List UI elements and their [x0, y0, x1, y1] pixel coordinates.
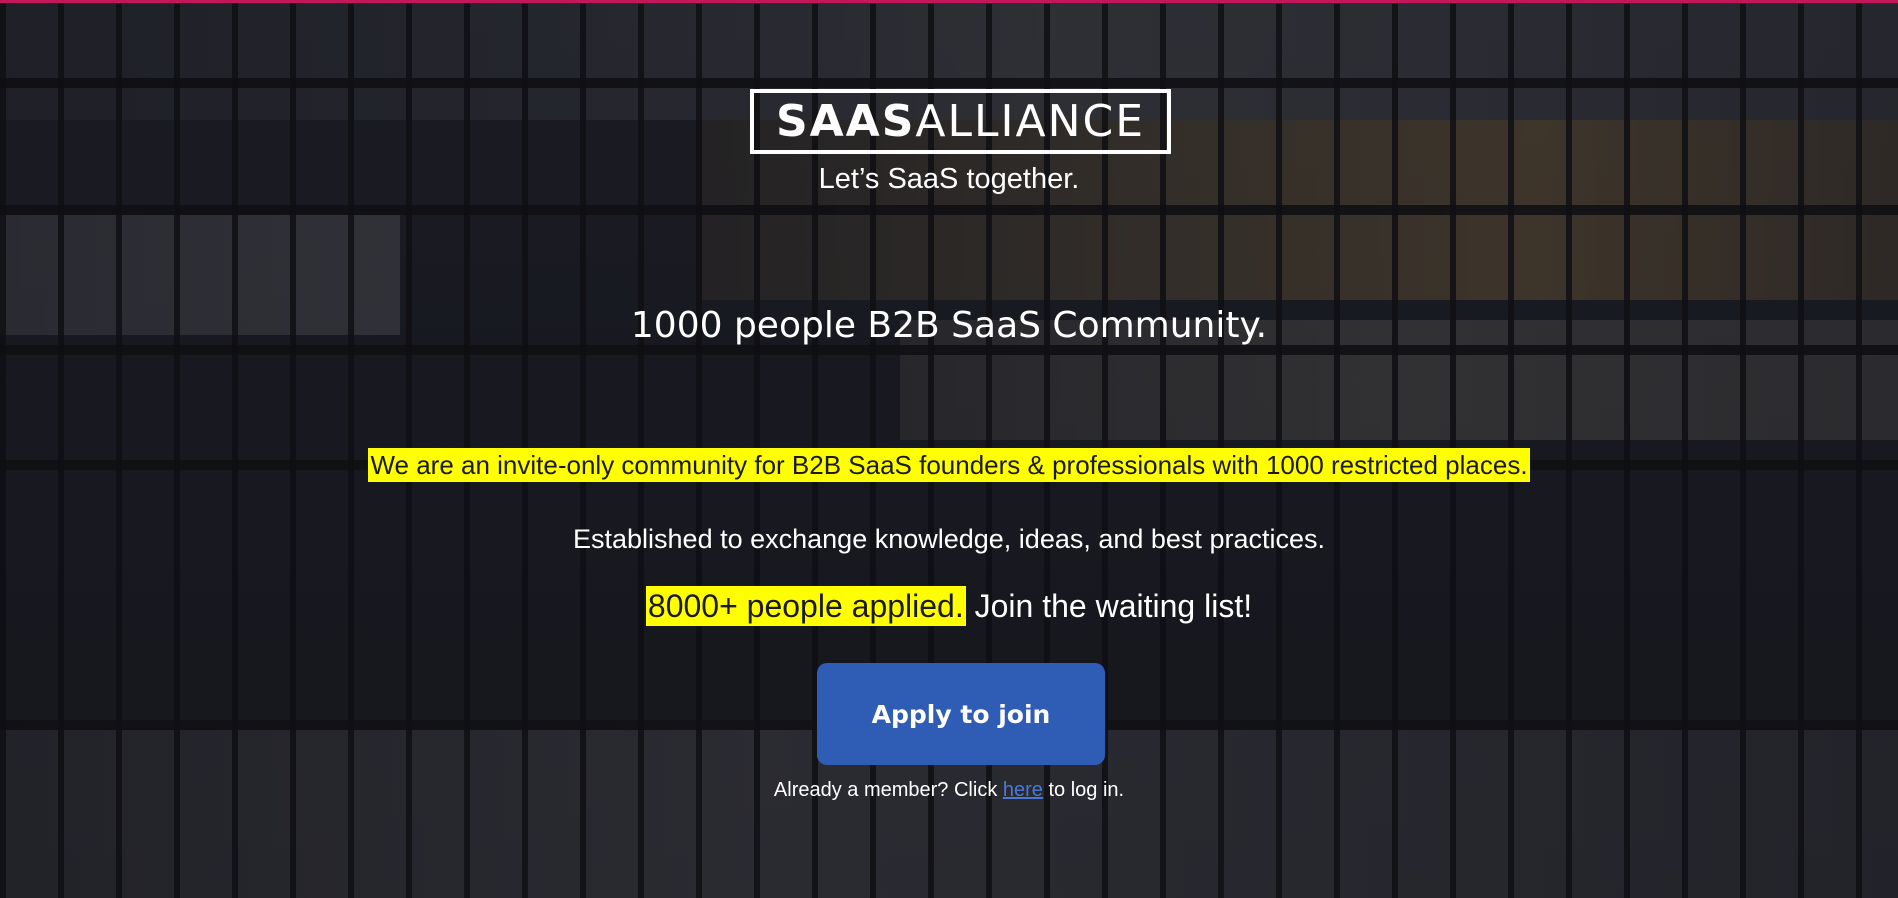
page-headline: 1000 people B2B SaaS Community. — [630, 305, 1268, 346]
tagline: Let’s SaaS together. — [818, 163, 1080, 195]
invite-highlight: We are an invite-only community for B2B … — [368, 448, 1530, 482]
top-accent-bar — [0, 0, 1898, 3]
login-link[interactable]: here — [1003, 779, 1043, 801]
applied-statement: 8000+ people applied. Join the waiting l… — [0, 586, 1898, 626]
applied-highlight: 8000+ people applied. — [645, 586, 966, 626]
logo-light-text: ALLIANCE — [915, 96, 1146, 147]
login-suffix: to log in. — [1048, 779, 1125, 801]
login-prefix: Already a member? Click — [773, 779, 998, 801]
invite-statement: We are an invite-only community for B2B … — [0, 448, 1898, 482]
waitlist-text: Join the waiting list! — [974, 588, 1253, 624]
saas-alliance-logo[interactable]: SAAS ALLIANCE — [750, 89, 1171, 154]
apply-to-join-button[interactable]: Apply to join — [817, 663, 1105, 765]
logo-bold-text: SAAS — [775, 96, 916, 147]
login-prompt: Already a member? Click here to log in. — [0, 779, 1898, 802]
purpose-statement: Established to exchange knowledge, ideas… — [573, 524, 1325, 554]
